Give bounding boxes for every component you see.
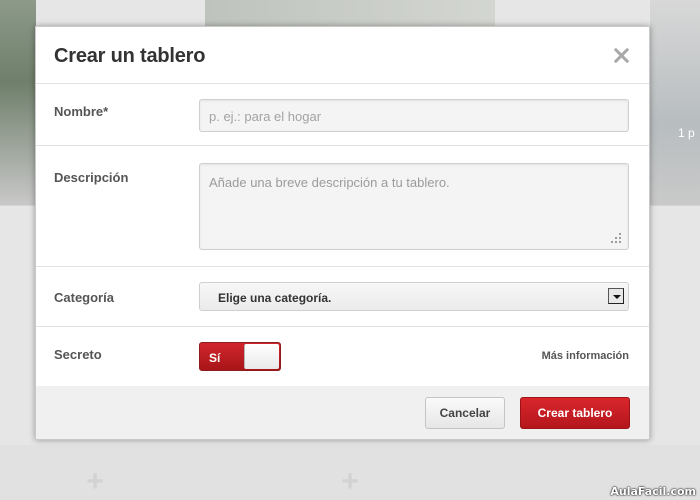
dialog-title: Crear un tablero	[54, 45, 206, 67]
category-label: Categoría	[54, 290, 114, 305]
dialog-header: Crear un tablero	[36, 27, 649, 84]
name-row: Nombre* p. ej.: para el hogar	[36, 84, 649, 146]
watermark-logo: AulaFacil.com	[610, 485, 696, 498]
resize-grip-icon[interactable]	[611, 233, 621, 243]
description-label: Descripción	[54, 170, 129, 185]
board-name-placeholder: p. ej.: para el hogar	[209, 109, 322, 124]
category-select[interactable]: Elige una categoría.	[199, 282, 629, 311]
description-row: Descripción Añade una breve descripción …	[36, 146, 649, 267]
dialog-footer: Cancelar Crear tablero	[36, 386, 649, 439]
add-board-plus-icon: +	[86, 465, 104, 498]
background-pin-count: 1 p	[678, 126, 695, 140]
name-label: Nombre*	[54, 104, 109, 119]
cancel-button[interactable]: Cancelar	[425, 397, 505, 429]
board-description-placeholder: Añade una breve descripción a tu tablero…	[209, 175, 450, 190]
background-board-image	[0, 0, 36, 205]
board-name-input[interactable]: p. ej.: para el hogar	[199, 99, 629, 132]
secret-toggle[interactable]: Sí	[199, 342, 281, 371]
secret-label: Secreto	[54, 347, 102, 362]
background-board-image	[205, 0, 495, 28]
create-board-button[interactable]: Crear tablero	[520, 397, 630, 429]
board-description-textarea[interactable]: Añade una breve descripción a tu tablero…	[199, 163, 629, 250]
category-row: Categoría Elige una categoría.	[36, 267, 649, 327]
close-icon[interactable]	[613, 47, 629, 63]
toggle-knob[interactable]	[244, 344, 279, 369]
create-board-dialog: Crear un tablero Nombre* p. ej.: para el…	[35, 26, 650, 440]
dropdown-arrow-icon[interactable]	[608, 288, 624, 304]
category-selected-value: Elige una categoría.	[218, 291, 332, 305]
background-board-image	[650, 0, 700, 205]
toggle-on-label: Sí	[209, 351, 221, 365]
add-board-plus-icon: +	[341, 465, 359, 498]
more-info-link[interactable]: Más información	[542, 350, 629, 362]
secret-row: Secreto Sí Más información	[36, 327, 649, 387]
